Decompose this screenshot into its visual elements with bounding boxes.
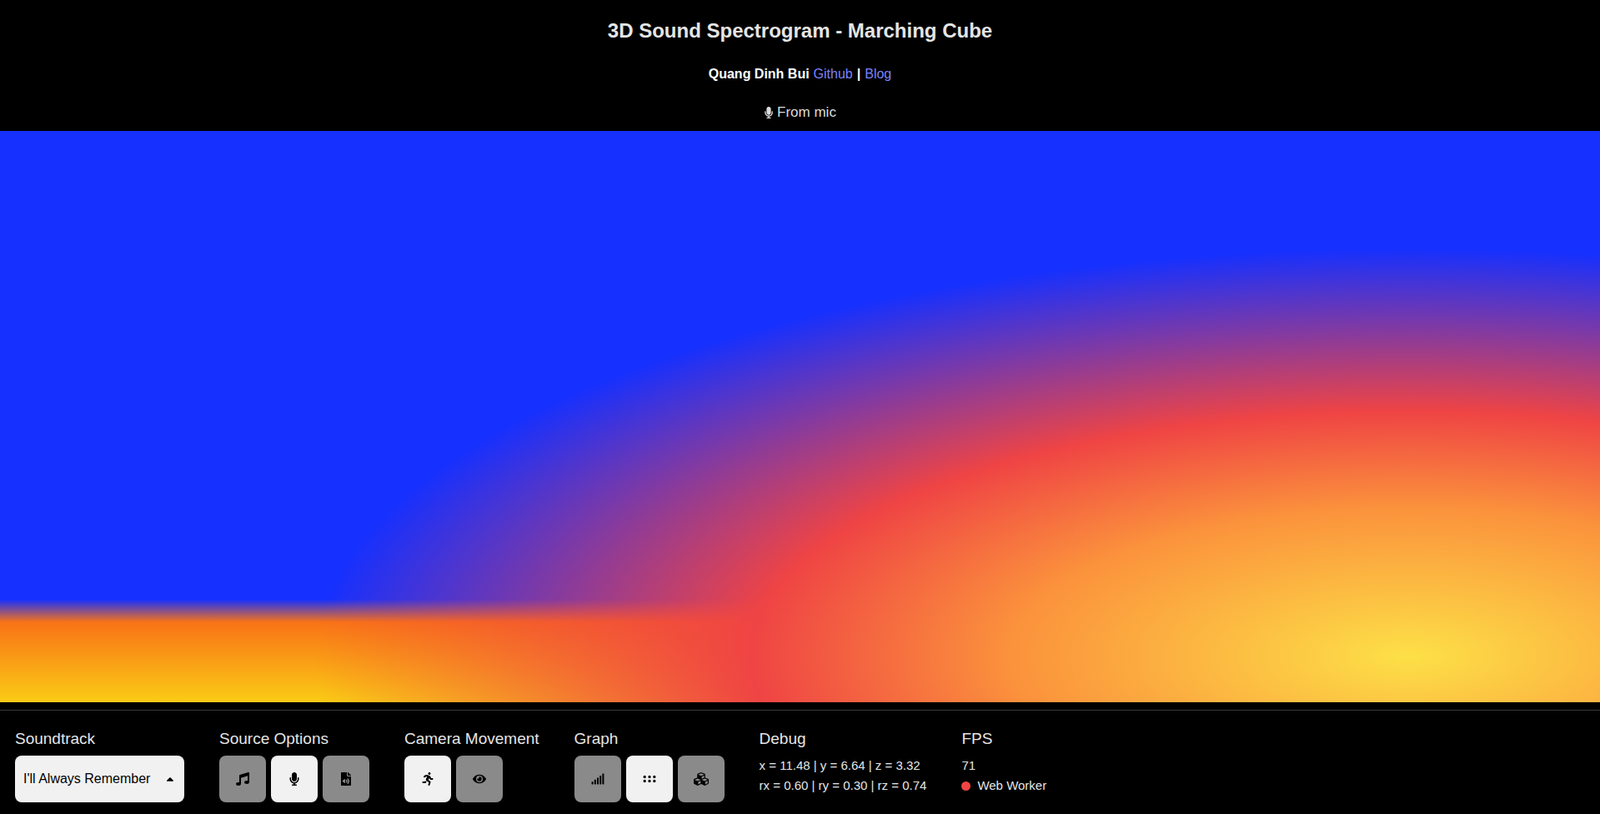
debug-line: x = 11.48 | y = 6.64 | z = 3.32 [759,755,928,776]
caret-up-icon [164,772,176,785]
graph-button[interactable] [626,755,673,803]
section-label: Source Options [219,728,370,749]
graph-button[interactable] [574,755,622,803]
fps-value: 71 [961,755,1047,776]
status-dot [961,781,971,791]
cubes-icon [693,771,709,787]
signal-bars-icon [591,772,605,786]
source-indicator: From mic [763,103,837,122]
spectrogram-canvas[interactable] [0,130,1600,703]
graph-button[interactable] [677,755,725,803]
camera-movement-section: Camera Movement [404,728,540,814]
header: 3D Sound Spectrogram - Marching Cube Quan… [0,0,1600,122]
section-label: Camera Movement [404,728,540,749]
camera-button[interactable] [456,755,503,803]
source-button[interactable] [270,755,318,803]
graph-section: Graph [574,728,725,814]
section-label: FPS [961,728,1047,749]
music-icon [235,772,250,786]
debug-section: Debug x = 11.48 | y = 6.64 | z = 3.32rx =… [759,728,928,814]
fps-section: FPS 71Web Worker [961,728,1047,814]
dots-grid-icon [641,770,658,788]
eye-icon [472,772,487,786]
soundtrack-section: Soundtrack I'll Always Remember [15,728,185,814]
section-label: Soundtrack [15,728,185,749]
author-line: Quang Dinh BuiGithub|Blog [708,65,893,83]
microphone-icon [287,772,301,786]
page-title: 3D Sound Spectrogram - Marching Cube [607,18,993,44]
github-link[interactable]: Github [813,65,853,83]
author-name: Quang Dinh Bui [708,65,810,83]
debug-line: rx = 0.60 | ry = 0.30 | rz = 0.74 [759,775,928,796]
separator: | [857,65,861,83]
section-label: Debug [759,728,928,749]
control-panel: Soundtrack I'll Always Remember Source Opt… [0,709,1600,814]
source-options-section: Source Options [219,728,370,814]
section-label: Graph [574,728,725,749]
worker-status: Web Worker [961,775,1047,796]
blog-link[interactable]: Blog [864,65,892,83]
source-button[interactable] [322,755,370,803]
running-icon [421,772,435,786]
audio-file-icon [339,772,353,786]
source-button[interactable] [219,755,266,803]
camera-button[interactable] [404,755,452,803]
app: 3D Sound Spectrogram - Marching Cube Quan… [0,0,1600,814]
soundtrack-select[interactable]: I'll Always Remember [15,755,185,803]
microphone-icon [763,106,774,119]
